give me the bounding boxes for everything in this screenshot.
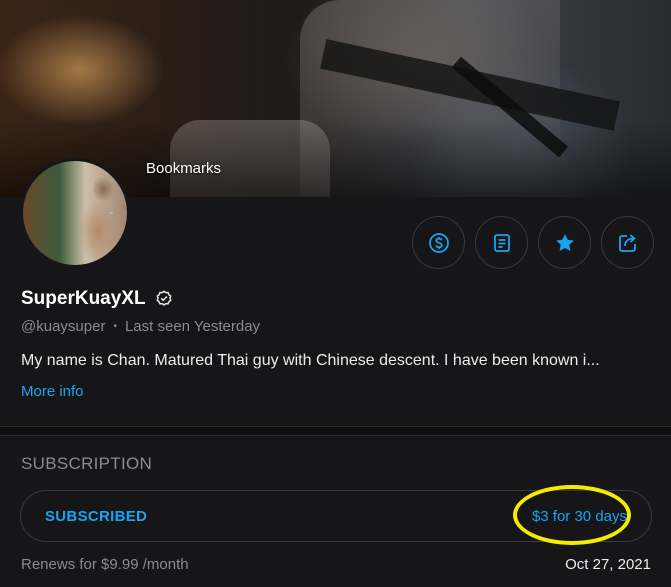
profile-handle[interactable]: @kuaysuper [21, 318, 105, 335]
subscription-price: $3 for 30 days [531, 507, 627, 525]
renewal-date: Oct 27, 2021 [565, 556, 651, 573]
subscription-button[interactable]: SUBSCRIBED $3 for 30 days [20, 490, 652, 542]
message-icon [493, 233, 510, 252]
profile-name-row: SuperKuayXL [21, 288, 174, 310]
profile-actions [412, 216, 654, 269]
favorite-button[interactable] [538, 216, 591, 269]
verified-icon [156, 290, 172, 306]
subscription-heading: SUBSCRIPTION [21, 454, 153, 473]
share-icon [618, 233, 636, 252]
dollar-circle-icon [428, 232, 449, 253]
profile-meta: @kuaysuper • Last seen Yesterday [21, 318, 260, 335]
subscription-status: SUBSCRIBED [45, 507, 148, 525]
profile-name: SuperKuayXL [21, 288, 146, 309]
separator-dot: • [113, 321, 117, 332]
bookmarks-label[interactable]: Bookmarks [146, 160, 221, 177]
section-divider [0, 426, 671, 436]
last-seen: Last seen Yesterday [124, 318, 261, 335]
renewal-text: Renews for $9.99 /month [21, 556, 189, 573]
avatar[interactable]: ~ [20, 158, 130, 268]
tip-button[interactable] [412, 216, 465, 269]
profile-bio: My name is Chan. Matured Thai guy with C… [21, 352, 600, 369]
more-info-link[interactable]: More info [21, 383, 84, 400]
avatar-watermark: ~ [109, 211, 113, 217]
star-icon [555, 233, 574, 251]
share-button[interactable] [601, 216, 654, 269]
renewal-row: Renews for $9.99 /month Oct 27, 2021 [21, 556, 651, 573]
message-button[interactable] [475, 216, 528, 269]
